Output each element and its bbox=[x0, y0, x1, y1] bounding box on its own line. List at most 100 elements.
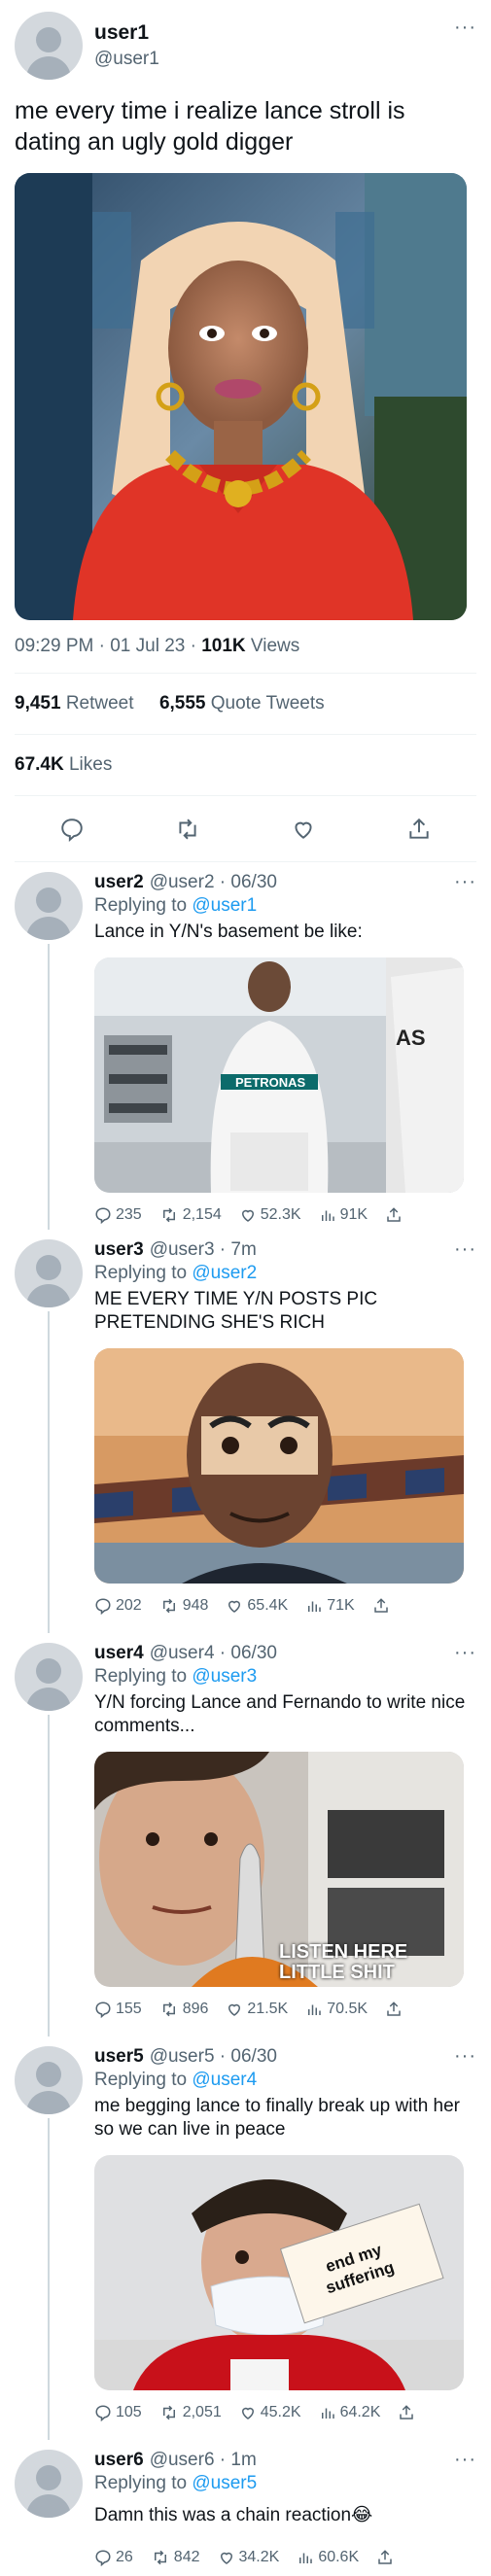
views-icon bbox=[299, 2553, 313, 2563]
reply-image[interactable]: end my suffering bbox=[94, 2155, 464, 2390]
avatar[interactable] bbox=[15, 2450, 83, 2518]
share-icon bbox=[378, 2550, 392, 2564]
reply-retweet-action[interactable]: 842 bbox=[151, 2549, 200, 2566]
thread-line bbox=[48, 944, 50, 1230]
reply-author-name[interactable]: user4 bbox=[94, 1643, 144, 1664]
reply-share-action[interactable] bbox=[372, 1597, 394, 1615]
reply-share-action[interactable] bbox=[398, 2404, 419, 2421]
comment-icon[interactable] bbox=[57, 815, 87, 844]
views-icon bbox=[308, 2004, 321, 2015]
thread-line bbox=[48, 2118, 50, 2440]
reply-retweet-action[interactable]: 896 bbox=[159, 2001, 208, 2018]
reply-like-action[interactable]: 34.2K bbox=[218, 2549, 279, 2566]
likes-stat[interactable]: 67.4K Likes bbox=[15, 754, 112, 775]
reply-retweet-action[interactable]: 948 bbox=[159, 1597, 208, 1615]
more-options-icon[interactable]: ··· bbox=[454, 1643, 476, 1662]
reply-views-action[interactable]: 91K bbox=[319, 1206, 368, 1224]
likes-stats: 67.4K Likes bbox=[15, 735, 476, 796]
more-options-icon[interactable]: ··· bbox=[454, 872, 476, 891]
reply-author-name[interactable]: user5 bbox=[94, 2046, 144, 2068]
reply-share-action[interactable] bbox=[385, 1206, 406, 1224]
retweet-icon bbox=[162, 2405, 175, 2420]
reply-tweet[interactable]: user5 @user5 · 06/30 ··· Replying to @us… bbox=[0, 2036, 491, 2440]
replying-to-link[interactable]: @user4 bbox=[192, 2070, 257, 2090]
retweet-icon bbox=[154, 2550, 166, 2565]
avatar[interactable] bbox=[15, 872, 83, 940]
action-bar bbox=[15, 796, 476, 862]
reply-comment-action[interactable]: 105 bbox=[94, 2404, 142, 2421]
retweets-stat[interactable]: 9,451 Retweet bbox=[15, 693, 134, 714]
more-options-icon[interactable]: ··· bbox=[454, 2450, 476, 2469]
replying-to: Replying to @user4 bbox=[94, 2070, 258, 2090]
comment-icon bbox=[95, 2405, 111, 2421]
reply-action-bar: 26 842 34.2K 60.6K bbox=[94, 2545, 476, 2570]
reply-tweet[interactable]: user3 @user3 · 7m ··· Replying to @user2… bbox=[0, 1230, 491, 1633]
reply-action-bar: 105 2,051 45.2K 64.2K bbox=[94, 2400, 476, 2425]
reply-tweet[interactable]: user6 @user6 · 1m ··· Replying to @user5… bbox=[0, 2440, 491, 2576]
reply-comment-action[interactable]: 155 bbox=[94, 2001, 142, 2018]
reply-like-action[interactable]: 21.5K bbox=[226, 2001, 288, 2018]
replying-to-link[interactable]: @user3 bbox=[192, 1666, 257, 1687]
retweet-icon[interactable] bbox=[173, 815, 202, 844]
heart-icon bbox=[241, 1209, 254, 1222]
replying-to: Replying to @user1 bbox=[94, 895, 258, 916]
more-options-icon[interactable]: ··· bbox=[454, 2046, 476, 2066]
reply-author-name[interactable]: user6 bbox=[94, 2450, 144, 2471]
reply-comment-action[interactable]: 26 bbox=[94, 2549, 133, 2566]
author-name[interactable]: user1 bbox=[94, 21, 454, 45]
reply-image[interactable]: LISTEN HERE LITTLE SHIT bbox=[94, 1752, 464, 1987]
image-caption: LISTEN HERE LITTLE SHIT bbox=[279, 1941, 408, 1983]
reply-image[interactable] bbox=[94, 1348, 464, 1584]
reply-retweet-action[interactable]: 2,154 bbox=[159, 1206, 222, 1224]
more-options-icon[interactable]: ··· bbox=[454, 17, 476, 37]
avatar[interactable] bbox=[15, 1643, 83, 1711]
reply-author-handle[interactable]: @user4 · 06/30 bbox=[150, 1643, 277, 1664]
author-handle[interactable]: @user1 bbox=[94, 49, 454, 70]
tweet-image[interactable] bbox=[15, 173, 467, 620]
tweet-time[interactable]: 09:29 PM · 01 Jul 23 · bbox=[15, 636, 201, 656]
avatar[interactable] bbox=[15, 2046, 83, 2114]
reply-views-action[interactable]: 60.6K bbox=[297, 2549, 359, 2566]
reply-share-action[interactable] bbox=[376, 2549, 398, 2566]
reply-tweet[interactable]: user2 @user2 · 06/30 ··· Replying to @us… bbox=[0, 862, 491, 1230]
svg-text:PETRONAS: PETRONAS bbox=[235, 1075, 306, 1090]
reply-views-action[interactable]: 71K bbox=[305, 1597, 355, 1615]
replying-to: Replying to @user3 bbox=[94, 1666, 258, 1687]
heart-icon bbox=[228, 2003, 241, 2016]
replying-to-link[interactable]: @user5 bbox=[192, 2473, 257, 2493]
views-icon bbox=[321, 2408, 334, 2419]
svg-text:AS: AS bbox=[396, 1026, 426, 1050]
share-icon bbox=[400, 2405, 414, 2419]
replying-to-link[interactable]: @user1 bbox=[192, 895, 257, 916]
tweet-meta: 09:29 PM · 01 Jul 23 · 101K Views bbox=[15, 636, 476, 674]
share-icon[interactable] bbox=[404, 815, 434, 844]
reply-retweet-action[interactable]: 2,051 bbox=[159, 2404, 222, 2421]
reply-author-name[interactable]: user3 bbox=[94, 1239, 144, 1261]
comment-icon bbox=[95, 2550, 111, 2566]
more-options-icon[interactable]: ··· bbox=[454, 1239, 476, 1259]
views-icon bbox=[308, 1601, 321, 1612]
reply-text: me begging lance to finally break up wit… bbox=[94, 2096, 461, 2140]
replying-to-link[interactable]: @user2 bbox=[192, 1263, 257, 1283]
reply-author-handle[interactable]: @user6 · 1m bbox=[150, 2450, 257, 2471]
reply-like-action[interactable]: 65.4K bbox=[226, 1597, 288, 1615]
reply-author-handle[interactable]: @user5 · 06/30 bbox=[150, 2046, 277, 2068]
reply-author-handle[interactable]: @user3 · 7m bbox=[150, 1239, 257, 1261]
replying-to: Replying to @user5 bbox=[94, 2473, 258, 2493]
reply-tweet[interactable]: user4 @user4 · 06/30 ··· Replying to @us… bbox=[0, 1633, 491, 2036]
reply-share-action[interactable] bbox=[385, 2001, 406, 2018]
heart-icon[interactable] bbox=[289, 815, 318, 844]
reply-image[interactable]: AS PETRONAS bbox=[94, 957, 464, 1193]
reply-views-action[interactable]: 70.5K bbox=[305, 2001, 368, 2018]
reply-comment-action[interactable]: 202 bbox=[94, 1597, 142, 1615]
reply-author-name[interactable]: user2 bbox=[94, 872, 144, 893]
reply-like-action[interactable]: 45.2K bbox=[239, 2404, 301, 2421]
reply-author-handle[interactable]: @user2 · 06/30 bbox=[150, 872, 277, 893]
reply-like-action[interactable]: 52.3K bbox=[239, 1206, 301, 1224]
reply-action-bar: 235 2,154 52.3K 91K bbox=[94, 1202, 476, 1228]
quotes-stat[interactable]: 6,555 Quote Tweets bbox=[159, 693, 325, 714]
reply-views-action[interactable]: 64.2K bbox=[319, 2404, 380, 2421]
avatar[interactable] bbox=[15, 12, 83, 80]
reply-comment-action[interactable]: 235 bbox=[94, 1206, 142, 1224]
avatar[interactable] bbox=[15, 1239, 83, 1307]
